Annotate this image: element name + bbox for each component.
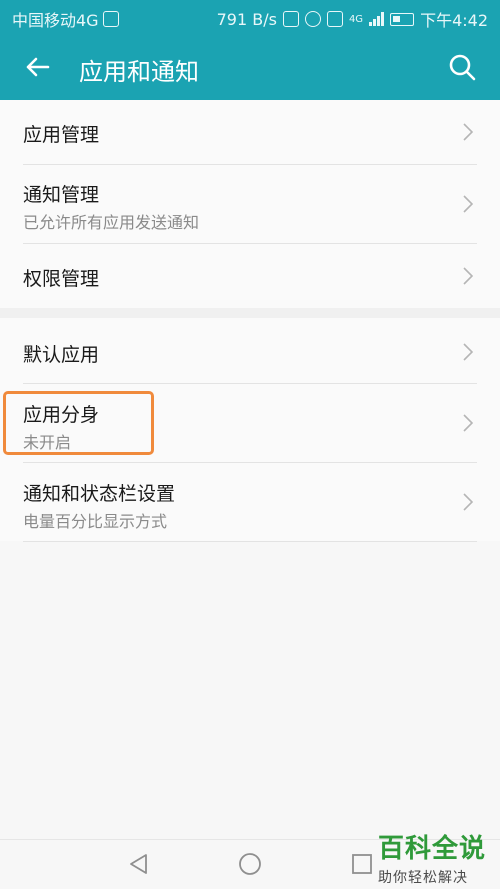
item-subtitle: 电量百分比显示方式 — [23, 512, 168, 531]
item-label: 通知和状态栏设置 — [23, 483, 176, 505]
app-bar: 应用和通知 — [0, 34, 500, 100]
carrier-label: 中国移动4G — [12, 11, 99, 30]
home-circle-icon[interactable] — [238, 852, 262, 876]
chevron-right-icon — [463, 343, 474, 361]
status-left: 中国移动4G — [12, 7, 119, 31]
chevron-right-icon — [463, 195, 474, 213]
divider — [23, 541, 477, 542]
search-icon[interactable] — [446, 51, 478, 83]
chevron-right-icon — [463, 493, 474, 511]
back-triangle-icon[interactable] — [127, 852, 151, 876]
watermark-subtitle: 助你轻松解决 — [377, 870, 468, 886]
recent-square-icon[interactable] — [350, 852, 374, 876]
highlight-box — [3, 391, 154, 455]
section-gap — [0, 308, 500, 318]
page-title: 应用和通知 — [79, 58, 199, 86]
back-arrow-icon[interactable] — [22, 51, 54, 83]
network-speed: 791 B/s — [216, 9, 277, 29]
vibrate-icon — [282, 11, 299, 27]
chevron-right-icon — [463, 414, 474, 432]
watermark: 百科全说 助你轻松解决 — [378, 828, 486, 887]
activity-icon — [102, 11, 119, 27]
status-bar: 中国移动4G 791 B/s 4G 下午4:42 — [0, 0, 500, 34]
hd-icon — [326, 11, 343, 27]
item-label: 默认应用 — [23, 344, 100, 366]
item-subtitle: 已允许所有应用发送通知 — [23, 213, 200, 232]
signal-icon — [369, 12, 385, 26]
chevron-right-icon — [463, 123, 474, 141]
alarm-icon — [304, 11, 321, 27]
network-type-label: 4G — [348, 13, 364, 25]
list-item-default-apps[interactable]: 默认应用 — [0, 320, 500, 383]
clock-label: 下午4:42 — [420, 11, 488, 30]
list-item-permission-management[interactable]: 权限管理 — [0, 244, 500, 308]
item-label: 权限管理 — [23, 268, 100, 290]
list-item-app-management[interactable]: 应用管理 — [0, 100, 500, 164]
list-item-notification-management[interactable]: 通知管理 已允许所有应用发送通知 — [0, 165, 500, 243]
chevron-right-icon — [463, 267, 474, 285]
item-label: 通知管理 — [23, 184, 100, 206]
item-label: 应用管理 — [23, 124, 100, 146]
list-item-notification-statusbar-settings[interactable]: 通知和状态栏设置 电量百分比显示方式 — [0, 463, 500, 541]
status-right: 791 B/s 4G 下午4:42 — [217, 7, 488, 31]
battery-icon — [390, 12, 415, 26]
watermark-title: 百科全说 — [377, 834, 486, 864]
